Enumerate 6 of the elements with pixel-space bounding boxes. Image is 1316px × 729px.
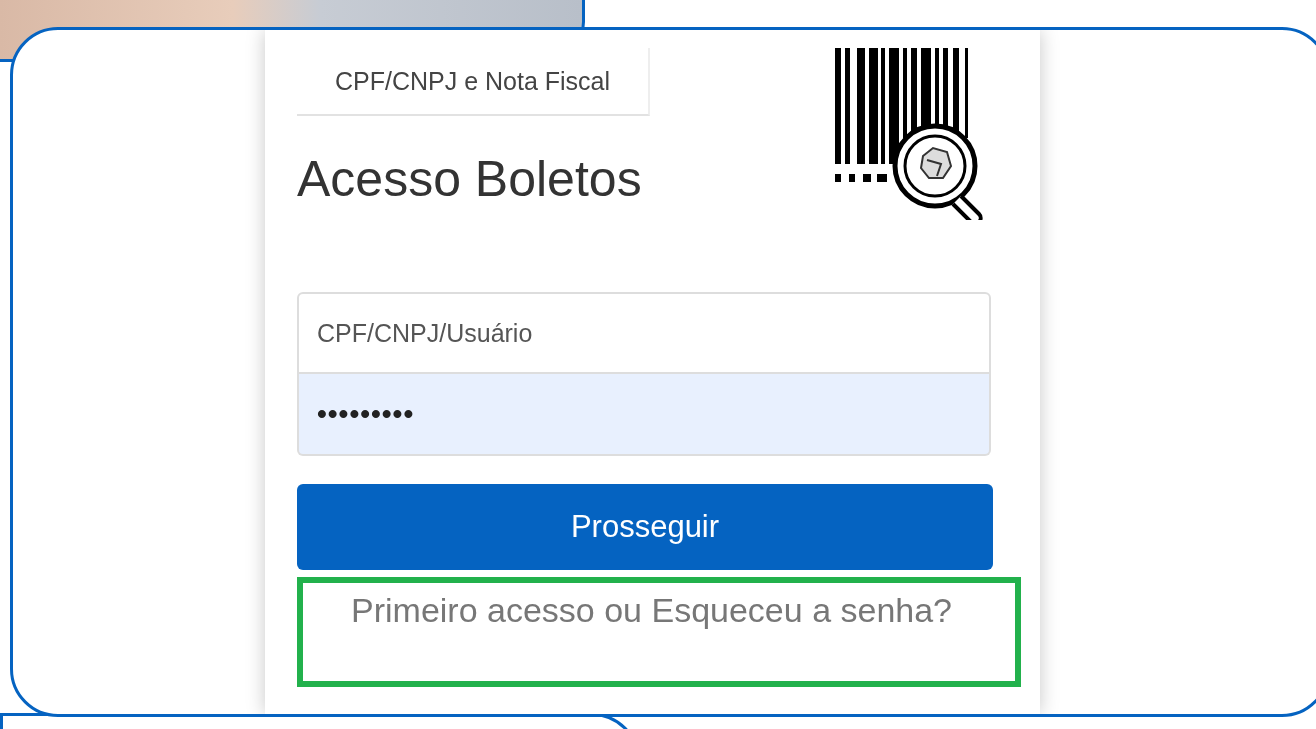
password-field[interactable]: ••••••••• xyxy=(297,374,991,456)
continue-button[interactable]: Prosseguir xyxy=(297,484,993,570)
page-heading: Acesso Boletos xyxy=(297,150,642,209)
forgot-password-link[interactable]: Primeiro acesso ou Esqueceu a senha? xyxy=(351,591,953,629)
username-field[interactable]: CPF/CNPJ/Usuário xyxy=(297,292,991,374)
tab[interactable]: CPF/CNPJ e Nota Fiscal xyxy=(297,48,651,116)
